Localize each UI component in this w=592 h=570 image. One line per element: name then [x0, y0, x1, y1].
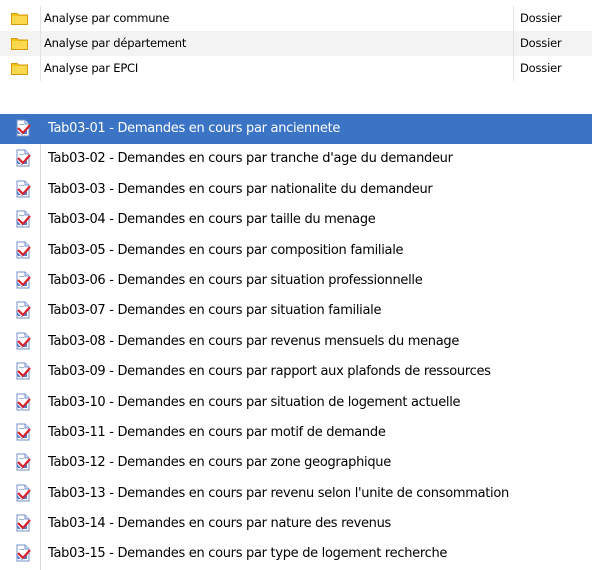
report-document-icon [16, 544, 31, 562]
folder-name: Analyse par commune [44, 11, 170, 25]
report-document-icon [16, 484, 31, 502]
report-document-icon [16, 241, 31, 259]
column-divider [40, 478, 41, 510]
report-title: Tab03-15 - Demandes en cours par type de… [48, 546, 448, 562]
column-divider [40, 174, 41, 206]
column-divider [40, 205, 41, 236]
report-title: Tab03-05 - Demandes en cours par composi… [48, 242, 404, 258]
column-divider [513, 31, 514, 56]
report-title: Tab03-11 - Demandes en cours par motif d… [48, 424, 386, 440]
report-row[interactable]: Tab03-03 - Demandes en cours par nationa… [0, 174, 592, 206]
report-row[interactable]: Tab03-01 - Demandes en cours par ancienn… [0, 114, 592, 145]
column-divider [513, 6, 514, 31]
report-row[interactable]: Tab03-15 - Demandes en cours par type de… [0, 539, 592, 570]
report-row[interactable]: Tab03-08 - Demandes en cours par revenus… [0, 326, 592, 358]
report-title: Tab03-07 - Demandes en cours par situati… [48, 303, 382, 319]
report-document-icon [16, 423, 31, 441]
report-document-icon [16, 119, 31, 137]
report-list: Tab03-01 - Demandes en cours par ancienn… [0, 114, 592, 570]
report-document-icon [16, 210, 31, 228]
column-divider [40, 326, 41, 358]
report-title: Tab03-12 - Demandes en cours par zone ge… [48, 455, 391, 471]
report-row[interactable]: Tab03-06 - Demandes en cours par situati… [0, 265, 592, 297]
report-row[interactable]: Tab03-10 - Demandes en cours par situati… [0, 387, 592, 418]
report-title: Tab03-03 - Demandes en cours par nationa… [48, 181, 433, 197]
folder-row[interactable]: Analyse par commune Dossier [0, 6, 592, 31]
report-row[interactable]: Tab03-07 - Demandes en cours par situati… [0, 296, 592, 327]
report-document-icon [16, 332, 31, 350]
report-row[interactable]: Tab03-05 - Demandes en cours par composi… [0, 235, 592, 266]
report-row[interactable]: Tab03-09 - Demandes en cours par rapport… [0, 357, 592, 388]
folder-icon [11, 63, 28, 75]
column-divider [40, 539, 41, 570]
report-title: Tab03-14 - Demandes en cours par nature … [48, 516, 392, 532]
report-document-icon [16, 180, 31, 198]
folder-icon [11, 13, 28, 25]
column-divider [40, 6, 41, 31]
folder-name: Analyse par EPCI [44, 61, 139, 75]
column-divider [40, 235, 41, 266]
column-divider [40, 265, 41, 297]
report-title: Tab03-06 - Demandes en cours par situati… [48, 272, 423, 288]
column-divider [40, 509, 41, 540]
folder-row[interactable]: Analyse par EPCI Dossier [0, 56, 592, 81]
folder-type: Dossier [520, 11, 562, 25]
column-divider [40, 448, 41, 479]
report-title: Tab03-08 - Demandes en cours par revenus… [48, 333, 460, 349]
column-divider [40, 31, 41, 56]
column-divider [40, 357, 41, 388]
report-title: Tab03-01 - Demandes en cours par ancienn… [48, 121, 341, 136]
report-row[interactable]: Tab03-11 - Demandes en cours par motif d… [0, 417, 592, 449]
folder-row[interactable]: Analyse par département Dossier [0, 31, 592, 56]
column-divider [40, 114, 41, 145]
report-row[interactable]: Tab03-02 - Demandes en cours par tranche… [0, 144, 592, 175]
report-document-icon [16, 453, 31, 471]
column-divider [40, 56, 41, 81]
column-divider [40, 417, 41, 449]
report-title: Tab03-04 - Demandes en cours par taille … [48, 212, 376, 228]
column-divider [513, 56, 514, 81]
report-document-icon [16, 362, 31, 380]
column-divider [40, 144, 41, 175]
report-document-icon [16, 301, 31, 319]
report-document-icon [16, 393, 31, 411]
folder-type: Dossier [520, 36, 562, 50]
report-row[interactable]: Tab03-04 - Demandes en cours par taille … [0, 205, 592, 236]
folder-list: Analyse par commune Dossier Analyse par … [0, 6, 592, 81]
column-divider [40, 296, 41, 327]
report-document-icon [16, 514, 31, 532]
report-title: Tab03-10 - Demandes en cours par situati… [48, 394, 461, 410]
report-row[interactable]: Tab03-12 - Demandes en cours par zone ge… [0, 448, 592, 479]
report-document-icon [16, 149, 31, 167]
report-row[interactable]: Tab03-13 - Demandes en cours par revenu … [0, 478, 592, 510]
report-row[interactable]: Tab03-14 - Demandes en cours par nature … [0, 509, 592, 540]
column-divider [40, 387, 41, 418]
folder-icon [11, 38, 28, 50]
folder-name: Analyse par département [44, 36, 187, 50]
report-title: Tab03-13 - Demandes en cours par revenu … [48, 485, 509, 501]
folder-type: Dossier [520, 61, 562, 75]
report-title: Tab03-02 - Demandes en cours par tranche… [48, 151, 453, 167]
report-title: Tab03-09 - Demandes en cours par rapport… [48, 364, 491, 380]
report-document-icon [16, 271, 31, 289]
